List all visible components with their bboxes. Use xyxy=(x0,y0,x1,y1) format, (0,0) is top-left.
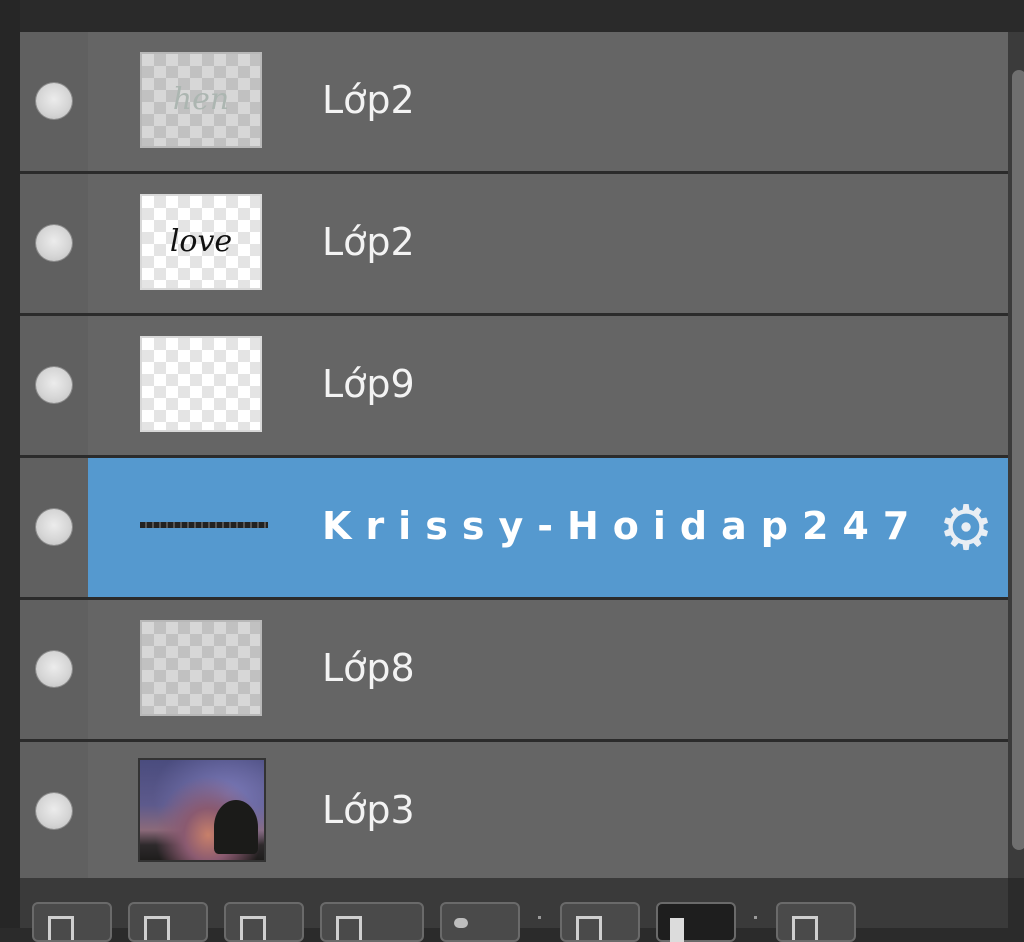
layer-content[interactable]: love Lớp2 xyxy=(88,174,1008,313)
layer-folder-icon[interactable] xyxy=(320,902,424,942)
panel-header xyxy=(0,0,1024,32)
visibility-toggle-icon[interactable] xyxy=(36,83,72,119)
layer-name: Lớp9 xyxy=(322,362,415,406)
layer-name: Lớp3 xyxy=(322,788,415,832)
layer-row[interactable]: hen Lớp2 xyxy=(20,32,1008,171)
visibility-cell xyxy=(20,600,88,739)
layer-list: hen Lớp2 love Lớp2 Lớp9 Krissy-Hoidap247… xyxy=(20,32,1008,884)
text-layer-thumbnail xyxy=(140,522,268,528)
tree-silhouette xyxy=(214,800,258,854)
layer-toolbar xyxy=(20,878,1008,942)
separator xyxy=(754,916,757,919)
scrollbar-thumb[interactable] xyxy=(1012,70,1024,850)
layer-content[interactable]: Lớp8 xyxy=(88,600,1008,739)
visibility-cell xyxy=(20,316,88,455)
layer-name: Lớp8 xyxy=(322,646,415,690)
new-layer-icon[interactable] xyxy=(32,902,112,942)
thumbnail-text: hen xyxy=(172,82,230,117)
panel-left-edge xyxy=(0,0,20,928)
layer-content[interactable]: Lớp9 xyxy=(88,316,1008,455)
photo-thumbnail xyxy=(138,758,266,862)
visibility-toggle-icon[interactable] xyxy=(36,651,72,687)
layer-thumbnail: hen xyxy=(140,52,262,148)
visibility-cell xyxy=(20,32,88,171)
thumbnail-text: love xyxy=(169,224,233,259)
layer-thumbnail xyxy=(140,620,262,716)
layer-row[interactable]: Lớp8 xyxy=(20,600,1008,739)
gear-icon[interactable]: ⚙ xyxy=(934,496,998,560)
layer-name: Lớp2 xyxy=(322,220,415,264)
visibility-cell xyxy=(20,458,88,597)
delete-layer-icon[interactable] xyxy=(776,902,856,942)
layer-content[interactable]: Krissy-Hoidap247 ⚙ xyxy=(88,458,1008,597)
visibility-cell xyxy=(20,742,88,881)
visibility-toggle-icon[interactable] xyxy=(36,225,72,261)
lock-icon[interactable] xyxy=(656,902,736,942)
layer-row[interactable]: love Lớp2 xyxy=(20,174,1008,313)
clipping-icon[interactable] xyxy=(560,902,640,942)
separator xyxy=(538,916,541,919)
merge-layer-icon[interactable] xyxy=(224,902,304,942)
duplicate-layer-icon[interactable] xyxy=(128,902,208,942)
mask-icon[interactable] xyxy=(440,902,520,942)
layer-name: Krissy-Hoidap247 xyxy=(322,504,924,548)
layer-thumbnail xyxy=(140,336,262,432)
layer-row[interactable]: Lớp3 xyxy=(20,742,1008,881)
visibility-toggle-icon[interactable] xyxy=(36,509,72,545)
visibility-toggle-icon[interactable] xyxy=(36,793,72,829)
layer-row-selected[interactable]: Krissy-Hoidap247 ⚙ xyxy=(20,458,1008,597)
layer-row[interactable]: Lớp9 xyxy=(20,316,1008,455)
layer-name: Lớp2 xyxy=(322,78,415,122)
layer-content[interactable]: hen Lớp2 xyxy=(88,32,1008,171)
visibility-cell xyxy=(20,174,88,313)
layer-thumbnail: love xyxy=(140,194,262,290)
layer-content[interactable]: Lớp3 xyxy=(88,742,1008,881)
visibility-toggle-icon[interactable] xyxy=(36,367,72,403)
